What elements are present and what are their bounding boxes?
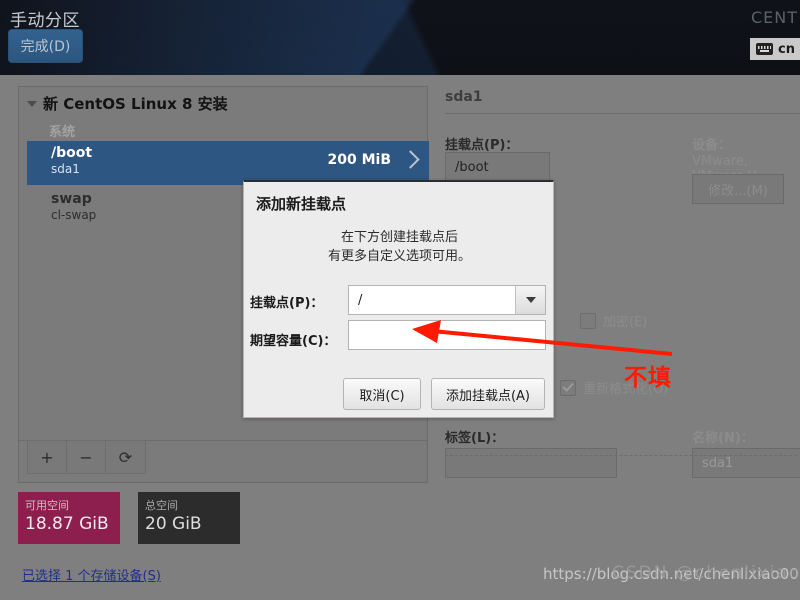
chevron-down-icon bbox=[27, 100, 37, 107]
partition-toolbar: + − ⟳ bbox=[27, 440, 146, 474]
modify-device-button[interactable]: 修改...(M) bbox=[692, 174, 784, 204]
keyboard-layout-label: cn bbox=[778, 41, 795, 57]
installer-screen: 手动分区 完成(D) CENT cn 新 CentOS Linux 8 安装 系… bbox=[0, 0, 800, 600]
dialog-mount-point-value: / bbox=[358, 292, 363, 308]
detail-device-title: sda1 bbox=[445, 89, 483, 105]
dialog-capacity-label: 期望容量(C)： bbox=[250, 334, 337, 349]
done-button[interactable]: 完成(D) bbox=[8, 29, 83, 63]
dialog-cancel-button[interactable]: 取消(C) bbox=[343, 378, 421, 410]
chevron-down-icon[interactable] bbox=[515, 286, 545, 314]
partition-size: 200 MiB bbox=[327, 152, 392, 168]
detail-label-label: 标签(L)： bbox=[445, 431, 505, 446]
top-header-bar: 手动分区 完成(D) CENT cn bbox=[0, 0, 800, 75]
encrypt-checkbox-row[interactable]: 加密(E) bbox=[580, 311, 647, 330]
detail-mount-point-input[interactable]: /boot bbox=[445, 152, 550, 182]
encrypt-checkbox[interactable] bbox=[580, 312, 596, 329]
detail-name-input: sda1 bbox=[692, 448, 800, 478]
detail-dashed-divider bbox=[445, 455, 797, 456]
detail-device-label: 设备： bbox=[692, 138, 732, 153]
dialog-add-mount-point-button[interactable]: 添加挂载点(A) bbox=[431, 378, 545, 410]
detail-divider bbox=[445, 113, 800, 114]
available-space-box: 可用空间 18.87 GiB bbox=[18, 492, 120, 544]
detail-label-input[interactable] bbox=[445, 448, 617, 478]
dialog-capacity-input[interactable] bbox=[348, 320, 546, 350]
reformat-checkbox[interactable] bbox=[560, 379, 576, 396]
refresh-partition-button[interactable]: ⟳ bbox=[106, 441, 145, 473]
partition-group-label: 系统 bbox=[49, 125, 76, 140]
total-space-value: 20 GiB bbox=[145, 514, 202, 534]
detail-name-label: 名称(N)： bbox=[692, 431, 754, 446]
remove-partition-button[interactable]: − bbox=[67, 441, 106, 473]
total-space-box: 总空间 20 GiB bbox=[138, 492, 240, 544]
centos-brand-logo: CENT bbox=[750, 8, 798, 27]
watermark-ghost: CSDN @chenlixiao007 bbox=[612, 563, 800, 583]
dialog-title: 添加新挂载点 bbox=[256, 195, 347, 213]
add-partition-button[interactable]: + bbox=[28, 441, 67, 473]
install-tree-header[interactable]: 新 CentOS Linux 8 安装 bbox=[19, 87, 427, 120]
available-space-value: 18.87 GiB bbox=[25, 514, 109, 534]
annotation-label: 不填 bbox=[624, 365, 672, 391]
detail-mount-point-label: 挂载点(P)： bbox=[445, 138, 519, 153]
keyboard-layout-indicator[interactable]: cn bbox=[750, 38, 800, 60]
page-title: 手动分区 bbox=[10, 11, 80, 31]
dialog-description: 在下方创建挂载点后 有更多自定义选项可用。 bbox=[244, 228, 555, 266]
dialog-description-line2: 有更多自定义选项可用。 bbox=[327, 249, 471, 264]
available-space-caption: 可用空间 bbox=[25, 499, 69, 512]
dialog-mount-point-combobox[interactable]: / bbox=[348, 285, 546, 315]
dialog-description-line1: 在下方创建挂载点后 bbox=[340, 230, 458, 245]
install-tree-label: 新 CentOS Linux 8 安装 bbox=[43, 95, 228, 113]
keyboard-icon bbox=[756, 43, 774, 55]
encrypt-label: 加密(E) bbox=[603, 315, 648, 330]
partition-row-boot[interactable]: /boot sda1 200 MiB bbox=[27, 141, 429, 185]
total-space-caption: 总空间 bbox=[145, 499, 178, 512]
selected-storage-devices-link[interactable]: 已选择 1 个存储设备(S) bbox=[22, 565, 161, 584]
dialog-mount-point-label: 挂载点(P)： bbox=[250, 296, 324, 311]
